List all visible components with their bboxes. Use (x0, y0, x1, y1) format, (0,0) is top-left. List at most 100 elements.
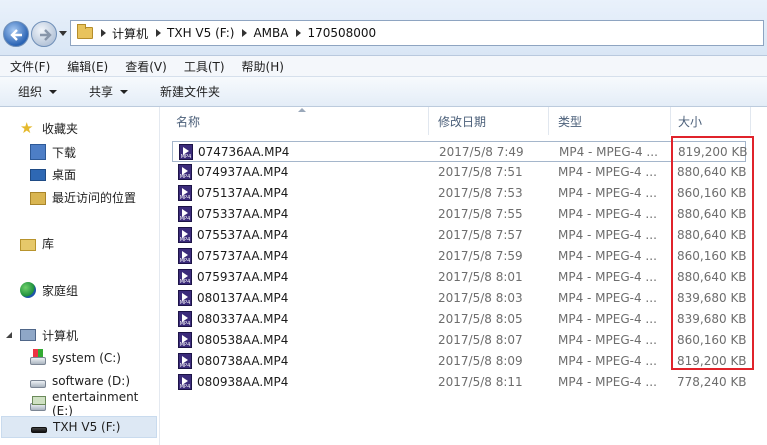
recent-places-icon (30, 191, 46, 205)
file-type: MP4 - MPEG-4 ... (559, 145, 658, 159)
nav-drive-e[interactable]: entertainment (E:) (0, 390, 160, 418)
nav-desktop[interactable]: 桌面 (0, 163, 160, 185)
nav-drive-c[interactable]: system (C:) (0, 347, 160, 369)
menu-view[interactable]: 查看(V) (115, 58, 174, 75)
chevron-down-icon (49, 89, 58, 94)
file-size: 839,680 KB (677, 291, 747, 305)
back-button[interactable] (3, 21, 29, 47)
menu-tools[interactable]: 工具(T) (174, 58, 232, 75)
organize-button[interactable]: 组织 (0, 83, 71, 100)
homegroup-icon (20, 282, 36, 298)
file-row[interactable]: 075537AA.MP4 2017/5/8 7:57 MP4 - MPEG-4 … (172, 225, 747, 246)
nav-drive-d[interactable]: software (D:) (0, 370, 160, 392)
share-button[interactable]: 共享 (71, 83, 142, 100)
file-date: 2017/5/8 8:09 (438, 354, 523, 368)
mp4-file-icon (179, 144, 193, 160)
chevron-right-icon[interactable] (156, 29, 162, 37)
chevron-right-icon[interactable] (242, 29, 248, 37)
file-row[interactable]: 080538AA.MP4 2017/5/8 8:07 MP4 - MPEG-4 … (172, 330, 747, 351)
breadcrumb-drive[interactable]: TXH V5 (F:) (167, 26, 234, 40)
file-row[interactable]: 074937AA.MP4 2017/5/8 7:51 MP4 - MPEG-4 … (172, 162, 747, 183)
column-header-type[interactable]: 类型 (549, 107, 671, 135)
file-row[interactable]: 080337AA.MP4 2017/5/8 8:05 MP4 - MPEG-4 … (172, 309, 747, 330)
file-date: 2017/5/8 8:07 (438, 333, 523, 347)
file-type: MP4 - MPEG-4 ... (558, 354, 657, 368)
file-date: 2017/5/8 7:53 (438, 186, 523, 200)
nav-computer-label: 计算机 (42, 328, 79, 343)
chevron-right-icon[interactable] (101, 29, 106, 37)
new-folder-label: 新建文件夹 (160, 85, 221, 99)
menu-edit[interactable]: 编辑(E) (57, 58, 115, 75)
file-size: 880,640 KB (677, 207, 747, 221)
star-icon: ★ (20, 119, 34, 137)
new-folder-button[interactable]: 新建文件夹 (142, 83, 234, 100)
mp4-file-icon (178, 332, 192, 348)
file-date: 2017/5/8 7:49 (439, 145, 524, 159)
column-header-date[interactable]: 修改日期 (429, 107, 549, 135)
command-bar: 组织 共享 新建文件夹 (0, 76, 767, 107)
folder-icon (77, 24, 93, 39)
nav-drive-f[interactable]: TXH V5 (F:) (1, 416, 157, 438)
file-type: MP4 - MPEG-4 ... (558, 270, 657, 284)
file-type: MP4 - MPEG-4 ... (558, 312, 657, 326)
nav-downloads[interactable]: 下载 (0, 141, 160, 163)
hard-drive-icon (30, 379, 46, 388)
file-row[interactable]: 080938AA.MP4 2017/5/8 8:11 MP4 - MPEG-4 … (172, 372, 747, 393)
file-row[interactable]: 080738AA.MP4 2017/5/8 8:09 MP4 - MPEG-4 … (172, 351, 747, 372)
file-name: 080137AA.MP4 (197, 291, 289, 305)
mp4-file-icon (178, 290, 192, 306)
file-name: 075137AA.MP4 (197, 186, 289, 200)
nav-downloads-label: 下载 (52, 145, 77, 160)
mp4-file-icon (178, 248, 192, 264)
column-date-label: 修改日期 (438, 114, 487, 129)
column-header-name[interactable]: 名称 (161, 107, 429, 135)
file-type: MP4 - MPEG-4 ... (558, 291, 657, 305)
file-name: 075937AA.MP4 (197, 270, 289, 284)
file-size: 860,160 KB (677, 333, 747, 347)
menu-file[interactable]: 文件(F) (0, 58, 57, 75)
file-date: 2017/5/8 8:05 (438, 312, 523, 326)
file-row[interactable]: 075737AA.MP4 2017/5/8 7:59 MP4 - MPEG-4 … (172, 246, 747, 267)
breadcrumb-amba[interactable]: AMBA (253, 26, 288, 40)
nav-homegroup[interactable]: 家庭组 (0, 279, 160, 301)
file-type: MP4 - MPEG-4 ... (558, 333, 657, 347)
breadcrumb-current-folder[interactable]: 170508000 (307, 26, 376, 40)
nav-recent-places[interactable]: 最近访问的位置 (0, 186, 160, 208)
file-type: MP4 - MPEG-4 ... (558, 375, 657, 389)
menu-help[interactable]: 帮助(H) (232, 58, 291, 75)
navigation-pane: ★ 收藏夹 下载 桌面 最近访问的位置 库 家庭组 计算机 system (C:… (0, 107, 160, 445)
nav-computer[interactable]: 计算机 (0, 324, 160, 346)
mp4-file-icon (178, 185, 192, 201)
file-name: 074736AA.MP4 (198, 145, 290, 159)
file-type: MP4 - MPEG-4 ... (558, 228, 657, 242)
chevron-right-icon[interactable] (296, 29, 302, 37)
file-row[interactable]: 080137AA.MP4 2017/5/8 8:03 MP4 - MPEG-4 … (172, 288, 747, 309)
mp4-file-icon (178, 353, 192, 369)
download-folder-icon (30, 144, 46, 160)
forward-button[interactable] (31, 21, 57, 47)
nav-recent-label: 最近访问的位置 (52, 190, 137, 205)
collapse-arrow-icon[interactable] (6, 332, 12, 338)
nav-desktop-label: 桌面 (52, 167, 77, 182)
nav-drive-e-label: entertainment (E:) (52, 390, 139, 418)
nav-homegroup-label: 家庭组 (42, 283, 79, 298)
file-row[interactable]: 075337AA.MP4 2017/5/8 7:55 MP4 - MPEG-4 … (172, 204, 747, 225)
file-row[interactable]: 075137AA.MP4 2017/5/8 7:53 MP4 - MPEG-4 … (172, 183, 747, 204)
file-row[interactable]: 075937AA.MP4 2017/5/8 8:01 MP4 - MPEG-4 … (172, 267, 747, 288)
recent-pages-dropdown-icon[interactable] (59, 31, 67, 36)
file-date: 2017/5/8 7:59 (438, 249, 523, 263)
nav-favorites-label: 收藏夹 (42, 121, 79, 136)
mp4-file-icon (178, 374, 192, 390)
file-row[interactable]: 074736AA.MP4 2017/5/8 7:49 MP4 - MPEG-4 … (172, 141, 748, 162)
breadcrumb-computer[interactable]: 计算机 (112, 25, 148, 42)
file-name: 080738AA.MP4 (197, 354, 289, 368)
address-box[interactable]: 计算机 TXH V5 (F:) AMBA 170508000 (70, 20, 764, 46)
file-date: 2017/5/8 8:01 (438, 270, 523, 284)
nav-libraries[interactable]: 库 (0, 232, 160, 254)
nav-favorites[interactable]: ★ 收藏夹 (0, 117, 160, 139)
removable-drive-icon (31, 427, 47, 433)
file-size: 860,160 KB (677, 249, 747, 263)
column-header-size[interactable]: 大小 (671, 107, 751, 135)
mp4-file-icon (178, 206, 192, 222)
file-name: 075337AA.MP4 (197, 207, 289, 221)
